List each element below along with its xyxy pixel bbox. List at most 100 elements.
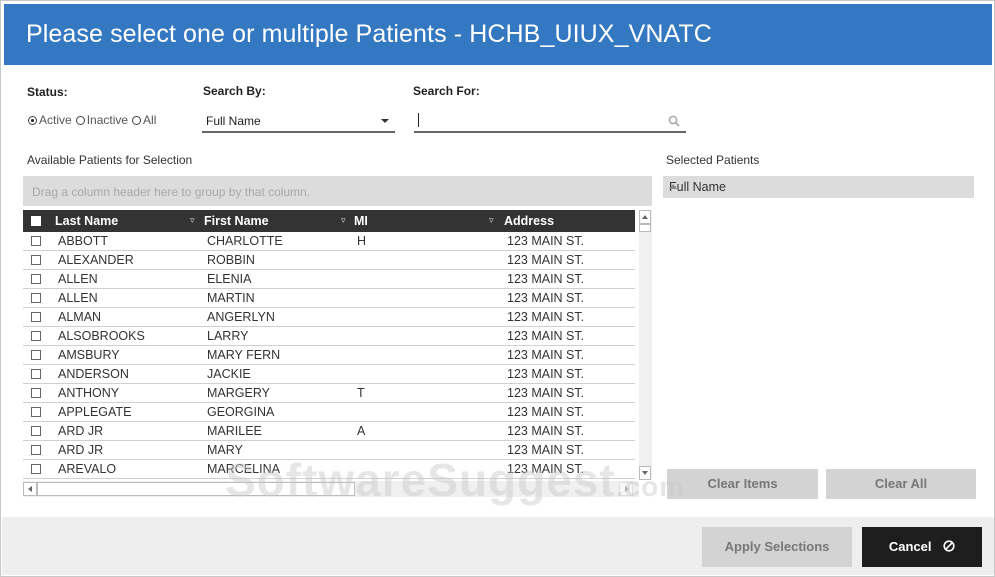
row-checkbox[interactable] <box>31 331 41 341</box>
filter-icon[interactable]: ▿ <box>489 215 494 226</box>
horizontal-scrollbar[interactable] <box>23 481 639 497</box>
cell-mi: H <box>357 234 367 248</box>
row-checkbox[interactable] <box>31 236 41 246</box>
radio-label: Inactive <box>86 113 129 127</box>
cell-address: 123 MAIN ST. <box>507 386 585 400</box>
table-row[interactable]: AMSBURY MARY FERN 123 MAIN ST. <box>23 346 635 365</box>
row-checkbox[interactable] <box>31 350 41 360</box>
scroll-down-button[interactable] <box>639 466 651 480</box>
row-checkbox[interactable] <box>31 312 41 322</box>
grid-rows: ABBOTT CHARLOTTE H 123 MAIN ST. ALEXANDER ROB… <box>23 232 635 479</box>
arrow-up-icon <box>642 215 648 219</box>
cell-address: 123 MAIN ST. <box>507 310 585 324</box>
patient-select-dialog: Please select one or multiple Patients -… <box>0 0 995 577</box>
cell-address: 123 MAIN ST. <box>507 443 585 457</box>
cell-address: 123 MAIN ST. <box>507 234 585 248</box>
row-checkbox[interactable] <box>31 407 41 417</box>
available-patients-grid: Last Name ▿ First Name ▿ MI ▿ Address AB… <box>23 210 639 479</box>
selected-patients-label: Selected Patients <box>666 153 760 167</box>
table-row[interactable]: ANDERSON JACKIE 123 MAIN ST. <box>23 365 635 384</box>
cell-mi: A <box>357 424 366 438</box>
table-row[interactable]: AREVALO MARCELINA 123 MAIN ST. <box>23 460 635 479</box>
table-row[interactable]: APPLEGATE GEORGINA 123 MAIN ST. <box>23 403 635 422</box>
cell-address: 123 MAIN ST. <box>507 348 585 362</box>
row-checkbox[interactable] <box>31 388 41 398</box>
cell-first-name: LARRY <box>207 329 249 343</box>
cell-address: 123 MAIN ST. <box>507 291 585 305</box>
filter-icon[interactable]: ▿ <box>341 215 346 226</box>
cell-first-name: MARCELINA <box>207 462 280 476</box>
table-row[interactable]: ARD JR MARY 123 MAIN ST. <box>23 441 635 460</box>
row-checkbox[interactable] <box>31 426 41 436</box>
clear-all-button[interactable]: Clear All <box>826 469 976 499</box>
arrow-down-icon <box>642 471 648 475</box>
scroll-left-button[interactable] <box>23 482 37 496</box>
search-icon[interactable] <box>668 115 680 127</box>
cell-first-name: ROBBIN <box>207 253 255 267</box>
cell-address: 123 MAIN ST. <box>507 329 585 343</box>
filter-icon[interactable]: ▿ <box>190 215 195 226</box>
cell-address: 123 MAIN ST. <box>507 424 585 438</box>
column-header-last-name[interactable]: Last Name <box>55 214 118 228</box>
scroll-right-button[interactable] <box>619 482 633 496</box>
cell-last-name: ARD JR <box>58 424 104 438</box>
row-checkbox[interactable] <box>31 293 41 303</box>
cell-last-name: ALLEN <box>58 272 98 286</box>
table-row[interactable]: ABBOTT CHARLOTTE H 123 MAIN ST. <box>23 232 635 251</box>
scroll-thumb[interactable] <box>639 224 651 232</box>
cancel-icon <box>943 540 955 552</box>
column-header-first-name[interactable]: First Name <box>204 214 269 228</box>
row-checkbox[interactable] <box>31 369 41 379</box>
search-by-select[interactable]: Full Name <box>202 111 395 133</box>
cell-address: 123 MAIN ST. <box>507 367 585 381</box>
arrow-right-icon <box>625 486 629 492</box>
column-header-mi[interactable]: MI <box>354 214 368 228</box>
select-all-checkbox[interactable] <box>31 216 41 226</box>
apply-selections-button[interactable]: Apply Selections <box>702 527 852 567</box>
cell-address: 123 MAIN ST. <box>507 272 585 286</box>
row-checkbox[interactable] <box>31 464 41 474</box>
column-header-address[interactable]: Address <box>504 214 554 228</box>
horizontal-scroll-thumb[interactable] <box>37 482 355 496</box>
selected-patients-header[interactable]: Full Name <box>663 176 974 198</box>
table-row[interactable]: ANTHONY MARGERY T 123 MAIN ST. <box>23 384 635 403</box>
table-row[interactable]: ALEXANDER ROBBIN 123 MAIN ST. <box>23 251 635 270</box>
table-row[interactable]: ALLEN ELENIA 123 MAIN ST. <box>23 270 635 289</box>
cell-mi: T <box>357 386 365 400</box>
scroll-up-button[interactable] <box>639 210 651 224</box>
status-radio-inactive[interactable]: Inactive <box>75 113 129 127</box>
cell-first-name: ANGERLYN <box>207 310 275 324</box>
cell-first-name: JACKIE <box>207 367 251 381</box>
clear-items-button[interactable]: Clear Items <box>667 469 818 499</box>
cancel-button[interactable]: Cancel <box>862 527 982 567</box>
cell-first-name: MARILEE <box>207 424 262 438</box>
radio-empty-icon <box>75 115 85 125</box>
cell-last-name: ABBOTT <box>58 234 109 248</box>
cell-last-name: ALMAN <box>58 310 102 324</box>
table-row[interactable]: ARD JR MARILEE A 123 MAIN ST. <box>23 422 635 441</box>
group-by-panel[interactable]: Drag a column header here to group by th… <box>23 176 652 206</box>
cell-last-name: ANDERSON <box>58 367 129 381</box>
available-patients-label: Available Patients for Selection <box>27 153 193 167</box>
table-row[interactable]: ALSOBROOKS LARRY 123 MAIN ST. <box>23 327 635 346</box>
radio-label: Active <box>39 113 72 127</box>
title-bar: Please select one or multiple Patients -… <box>4 4 992 65</box>
cell-last-name: ANTHONY <box>58 386 120 400</box>
table-row[interactable]: ALLEN MARTIN 123 MAIN ST. <box>23 289 635 308</box>
text-cursor <box>418 113 419 127</box>
row-checkbox[interactable] <box>31 274 41 284</box>
grid-header: Last Name ▿ First Name ▿ MI ▿ Address <box>23 210 635 232</box>
row-checkbox[interactable] <box>31 445 41 455</box>
cell-last-name: AMSBURY <box>58 348 120 362</box>
sort-ascending-icon <box>669 184 677 189</box>
cell-first-name: MARTIN <box>207 291 255 305</box>
status-radio-all[interactable]: All <box>132 113 156 127</box>
group-by-hint: Drag a column header here to group by th… <box>32 185 311 199</box>
table-row[interactable]: ALMAN ANGERLYN 123 MAIN ST. <box>23 308 635 327</box>
row-checkbox[interactable] <box>31 255 41 265</box>
cell-last-name: ALLEN <box>58 291 98 305</box>
vertical-scrollbar[interactable] <box>639 210 652 480</box>
cell-first-name: MARY FERN <box>207 348 281 362</box>
status-radio-active[interactable]: Active <box>28 113 72 127</box>
search-for-input[interactable] <box>414 111 686 133</box>
